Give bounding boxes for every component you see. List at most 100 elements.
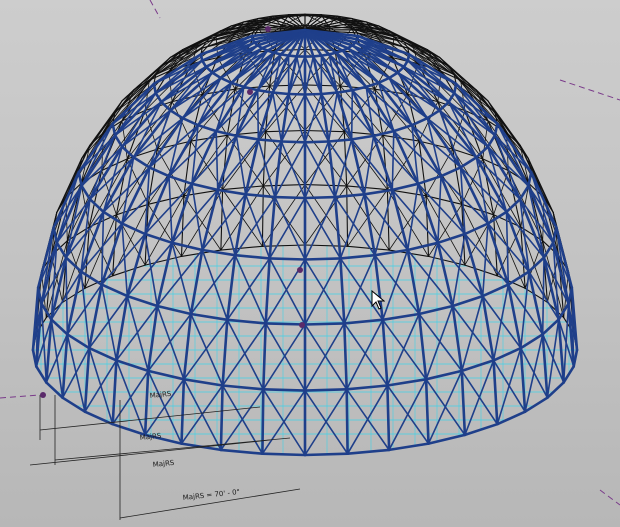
dome-member: [427, 433, 467, 445]
dome-node: [265, 26, 271, 32]
dome-member: [350, 134, 375, 141]
dome-member: [196, 123, 218, 133]
dome-front-frame: [31, 28, 579, 457]
dome-member: [83, 346, 91, 414]
dome-member: [464, 359, 495, 436]
dome-member: [363, 193, 377, 257]
dome-member: [333, 193, 366, 199]
dome-member: [197, 86, 245, 126]
dome-member: [447, 91, 456, 104]
dome-member: [303, 140, 330, 144]
dome-member: [261, 387, 265, 456]
dome-member: [144, 183, 193, 235]
dome-member: [265, 129, 306, 133]
dome-member: [304, 93, 323, 144]
dome-member: [168, 175, 173, 244]
dome-member: [459, 156, 478, 169]
dimension-label-secondary-2[interactable]: MajRS: [139, 432, 162, 442]
dome-member: [100, 222, 124, 286]
dome-member: [492, 283, 510, 362]
3d-model-view[interactable]: MajRS MajRS MajRS MajRS = 70' - 0": [0, 0, 620, 527]
dome-member: [271, 91, 291, 96]
dome-member: [339, 193, 366, 260]
dome-member: [562, 302, 570, 384]
dome-wireframe[interactable]: MajRS MajRS MajRS MajRS = 70' - 0": [0, 0, 620, 527]
dome-member: [287, 92, 307, 96]
dome-member: [287, 93, 306, 144]
dome-member: [100, 283, 118, 362]
dome-member: [425, 305, 454, 381]
dome-member: [381, 312, 421, 322]
dome-node: [40, 392, 46, 398]
dome-member: [233, 193, 247, 257]
dome-member: [268, 257, 307, 261]
dome-member: [303, 452, 349, 457]
dome-member: [391, 130, 395, 191]
dome-member: [481, 294, 495, 362]
dome-member: [120, 145, 135, 159]
dome-member: [425, 195, 466, 266]
dome-member: [495, 410, 527, 426]
dome-member: [345, 387, 349, 456]
dome-member: [235, 134, 260, 141]
dome-member: [64, 256, 83, 273]
dome-member: [261, 322, 268, 391]
dome-member: [387, 71, 400, 80]
dome-member: [303, 92, 323, 96]
dome-member: [221, 318, 229, 387]
dome-member: [215, 130, 219, 191]
dome-member: [460, 359, 495, 373]
dome-member: [83, 410, 114, 426]
dome-member: [189, 248, 204, 316]
dome-member: [386, 384, 391, 452]
dome-member: [261, 452, 307, 457]
dome-member: [459, 166, 490, 225]
dome-member: [439, 166, 462, 178]
dome-member: [221, 384, 265, 391]
dome-member: [244, 193, 277, 199]
crop-line: [0, 394, 41, 399]
dome-member: [256, 138, 283, 143]
dome-member: [343, 322, 389, 387]
dome-member: [154, 91, 163, 104]
dome-member: [460, 295, 484, 372]
dome-node: [247, 89, 253, 95]
dome-member: [427, 370, 463, 445]
dome-member: [201, 249, 229, 321]
dimension-line: [29, 439, 271, 466]
dome-member: [256, 88, 275, 94]
dome-member: [417, 312, 428, 381]
dimension-label-secondary-1[interactable]: MajRS: [149, 390, 172, 400]
dome-member: [211, 71, 223, 80]
dome-member: [304, 129, 345, 133]
dome-member: [303, 195, 337, 200]
dome-member: [244, 193, 271, 260]
dome-member: [417, 183, 466, 235]
dome-member: [111, 359, 118, 426]
dome-member: [390, 182, 420, 192]
dome-member: [342, 322, 349, 391]
mouse-pointer-icon: [371, 290, 385, 310]
dome-member: [381, 249, 409, 321]
dome-member: [374, 189, 394, 256]
dome-member: [280, 25, 306, 27]
dome-member: [280, 140, 307, 144]
crop-line: [559, 79, 620, 101]
dome-node: [297, 267, 303, 273]
dome-member: [264, 257, 271, 325]
dome-member: [156, 305, 185, 381]
dome-member: [342, 318, 385, 325]
dome-member: [392, 123, 414, 133]
dome-member: [486, 134, 497, 148]
dimension-label-secondary-3[interactable]: MajRS: [152, 459, 175, 469]
dome-member: [437, 175, 442, 244]
dome-member: [120, 166, 151, 225]
dome-member: [417, 304, 455, 316]
crop-line: [149, 0, 161, 19]
dome-member: [519, 346, 527, 414]
dome-member: [346, 448, 391, 456]
dome-member: [387, 442, 430, 452]
dome-member: [303, 257, 342, 261]
dome-member: [327, 138, 354, 143]
dome-member: [219, 448, 264, 456]
